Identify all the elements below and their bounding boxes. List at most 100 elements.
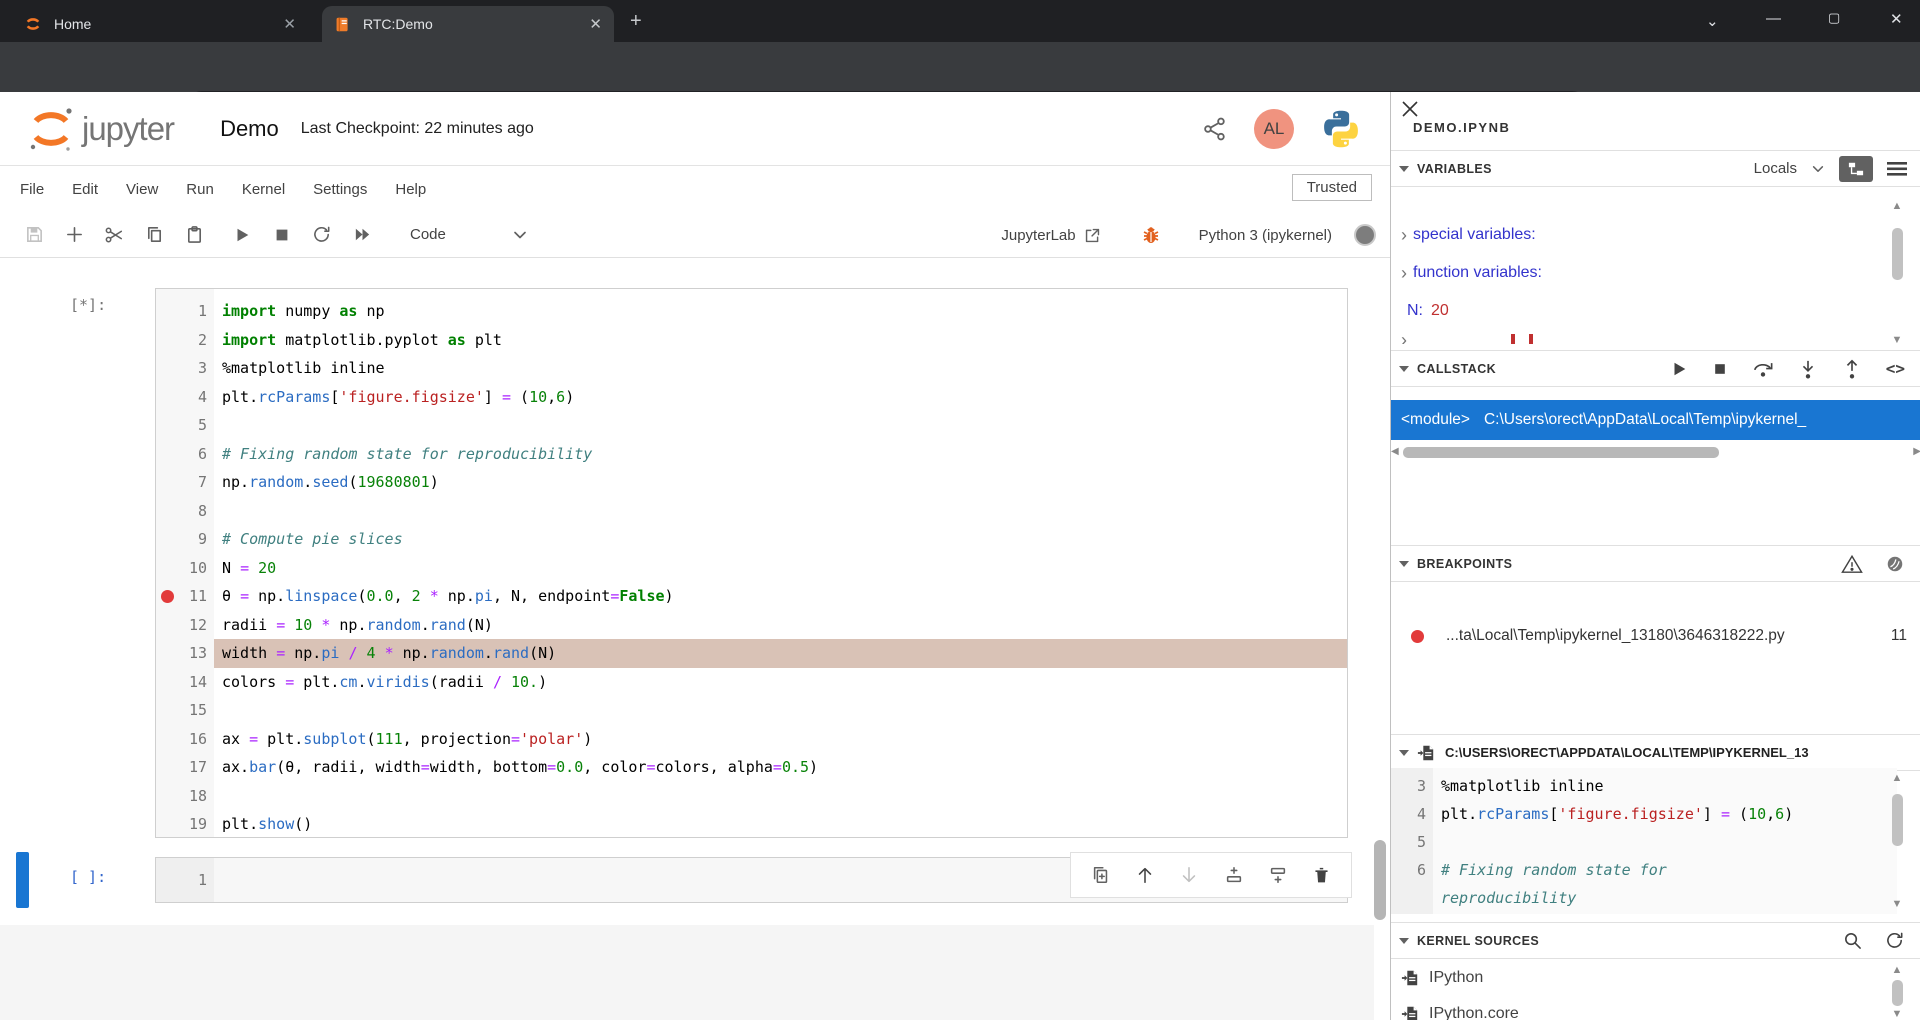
- gutter-line[interactable]: 2: [156, 326, 214, 355]
- step-in-icon[interactable]: [1798, 359, 1818, 379]
- step-over-icon[interactable]: [1752, 359, 1774, 379]
- terminate-icon[interactable]: [1712, 361, 1728, 377]
- kernel-name[interactable]: Python 3 (ipykernel): [1199, 227, 1332, 244]
- menu-run[interactable]: Run: [172, 175, 228, 204]
- variable-tree-item[interactable]: ›special variables:: [1401, 216, 1536, 254]
- move-cell-up-icon[interactable]: [1135, 865, 1155, 885]
- code-line-active[interactable]: width = np.pi / 4 * np.random.rand(N): [214, 639, 1347, 668]
- code-line[interactable]: colors = plt.cm.viridis(radii / 10.): [214, 668, 1347, 697]
- variables-section-header[interactable]: VARIABLES Locals: [1391, 150, 1920, 187]
- variables-scrollbar[interactable]: ▲ ▼: [1889, 200, 1905, 346]
- code-line[interactable]: import numpy as np: [214, 297, 1347, 326]
- notebook-title[interactable]: Demo: [220, 116, 279, 142]
- gutter-line[interactable]: 1: [156, 297, 214, 326]
- scroll-down-icon[interactable]: ▼: [1892, 898, 1903, 910]
- code-line[interactable]: # Compute pie slices: [214, 525, 1347, 554]
- gutter-line[interactable]: 6: [156, 440, 214, 469]
- window-maximize-icon[interactable]: ▢: [1828, 10, 1840, 26]
- kernel-source-item[interactable]: IPython.core: [1391, 996, 1897, 1020]
- menu-file[interactable]: File: [6, 175, 58, 204]
- gutter-line[interactable]: 16: [156, 725, 214, 754]
- new-tab-button[interactable]: +: [630, 10, 642, 33]
- insert-cell-above-icon[interactable]: [1224, 865, 1244, 885]
- scroll-up-icon[interactable]: ▲: [1892, 200, 1903, 212]
- user-avatar[interactable]: AL: [1254, 109, 1294, 149]
- gutter-line[interactable]: 3: [156, 354, 214, 383]
- table-view-icon[interactable]: [1887, 161, 1907, 177]
- delete-cell-icon[interactable]: [1312, 866, 1331, 885]
- scroll-up-icon[interactable]: ▲: [1892, 772, 1903, 784]
- code-line[interactable]: np.random.seed(19680801): [214, 468, 1347, 497]
- restart-run-all-button[interactable]: [342, 218, 382, 252]
- gutter-line[interactable]: 19: [156, 810, 214, 839]
- gutter-line[interactable]: 11: [156, 582, 214, 611]
- trusted-button[interactable]: Trusted: [1292, 174, 1372, 201]
- kernel-sources-section-header[interactable]: KERNEL SOURCES: [1391, 922, 1920, 959]
- duplicate-cell-icon[interactable]: [1091, 865, 1111, 885]
- menu-settings[interactable]: Settings: [299, 175, 381, 204]
- breakpoint-item[interactable]: ...ta\Local\Temp\ipykernel_13180\3646318…: [1391, 618, 1920, 654]
- menu-edit[interactable]: Edit: [58, 175, 112, 204]
- gutter-line[interactable]: 18: [156, 782, 214, 811]
- refresh-icon[interactable]: [1886, 931, 1905, 950]
- code-line[interactable]: θ = np.linspace(0.0, 2 * np.pi, N, endpo…: [214, 582, 1347, 611]
- save-button[interactable]: [14, 218, 54, 252]
- code-line[interactable]: [214, 782, 1347, 811]
- evaluate-code-icon[interactable]: <>: [1886, 359, 1905, 378]
- gutter-line[interactable]: 7: [156, 468, 214, 497]
- cell-type-chevron-icon[interactable]: [512, 227, 528, 243]
- code-line[interactable]: [214, 411, 1347, 440]
- open-in-jupyterlab-link[interactable]: JupyterLab: [1001, 227, 1100, 244]
- gutter-line[interactable]: 5: [156, 411, 214, 440]
- code-line[interactable]: radii = 10 * np.random.rand(N): [214, 611, 1347, 640]
- gutter-line[interactable]: 17: [156, 753, 214, 782]
- scroll-down-icon[interactable]: ▼: [1892, 1008, 1903, 1020]
- paste-cells-button[interactable]: [174, 218, 214, 252]
- tab-rtc-demo[interactable]: RTC:Demo ✕: [322, 6, 614, 42]
- debugger-bug-icon[interactable]: [1139, 223, 1163, 247]
- menu-kernel[interactable]: Kernel: [228, 175, 299, 204]
- scope-dropdown[interactable]: Locals: [1754, 160, 1797, 177]
- kernel-source-item[interactable]: IPython: [1391, 960, 1897, 996]
- window-close-icon[interactable]: ✕: [1890, 10, 1903, 28]
- code-line[interactable]: import matplotlib.pyplot as plt: [214, 326, 1347, 355]
- move-cell-down-icon[interactable]: [1179, 865, 1199, 885]
- share-notebook-icon[interactable]: [1202, 116, 1228, 142]
- code-line[interactable]: plt.show(): [214, 810, 1347, 837]
- callstack-hscrollbar[interactable]: ◀ ▶: [1391, 443, 1920, 461]
- expand-chevron-icon[interactable]: ›: [1401, 225, 1407, 246]
- tab-close-icon[interactable]: ✕: [589, 17, 602, 32]
- scroll-up-icon[interactable]: ▲: [1892, 964, 1903, 976]
- kernel-status-indicator[interactable]: [1354, 224, 1376, 246]
- gutter-line[interactable]: 13: [156, 639, 214, 668]
- open-source-file-icon[interactable]: [1417, 744, 1435, 762]
- cell1-lines[interactable]: import numpy as npimport matplotlib.pypl…: [214, 289, 1347, 837]
- tab-close-icon[interactable]: ✕: [283, 17, 296, 32]
- code-line[interactable]: [214, 696, 1347, 725]
- gutter-line[interactable]: 9: [156, 525, 214, 554]
- breakpoint-dot[interactable]: [161, 590, 174, 603]
- scroll-left-icon[interactable]: ◀: [1391, 446, 1399, 458]
- code-line[interactable]: plt.rcParams['figure.figsize'] = (10,6): [214, 383, 1347, 412]
- remove-all-breakpoints-icon[interactable]: [1885, 554, 1905, 574]
- breakpoints-section-header[interactable]: BREAKPOINTS: [1391, 545, 1920, 582]
- code-line[interactable]: N = 20: [214, 554, 1347, 583]
- gutter-line[interactable]: 12: [156, 611, 214, 640]
- tree-view-button[interactable]: [1839, 156, 1873, 182]
- code-cell[interactable]: 12345678910111213141516171819 import num…: [155, 288, 1348, 838]
- gutter-line[interactable]: 10: [156, 554, 214, 583]
- cell-type-dropdown[interactable]: Code: [410, 226, 446, 243]
- continue-icon[interactable]: [1670, 360, 1688, 378]
- gutter-line[interactable]: 8: [156, 497, 214, 526]
- kernel-sources-scrollbar[interactable]: ▲ ▼: [1889, 964, 1905, 1020]
- source-section-header[interactable]: C:\USERS\ORECT\APPDATA\LOCAL\TEMP\IPYKER…: [1391, 734, 1920, 771]
- tab-home[interactable]: Home ✕: [10, 6, 310, 42]
- interrupt-kernel-button[interactable]: [262, 218, 302, 252]
- scroll-right-icon[interactable]: ▶: [1913, 446, 1920, 458]
- menu-help[interactable]: Help: [381, 175, 440, 204]
- menu-view[interactable]: View: [112, 175, 172, 204]
- restart-kernel-button[interactable]: [302, 218, 342, 252]
- copy-cells-button[interactable]: [134, 218, 174, 252]
- code-line[interactable]: %matplotlib inline: [214, 354, 1347, 383]
- insert-cell-button[interactable]: [54, 218, 94, 252]
